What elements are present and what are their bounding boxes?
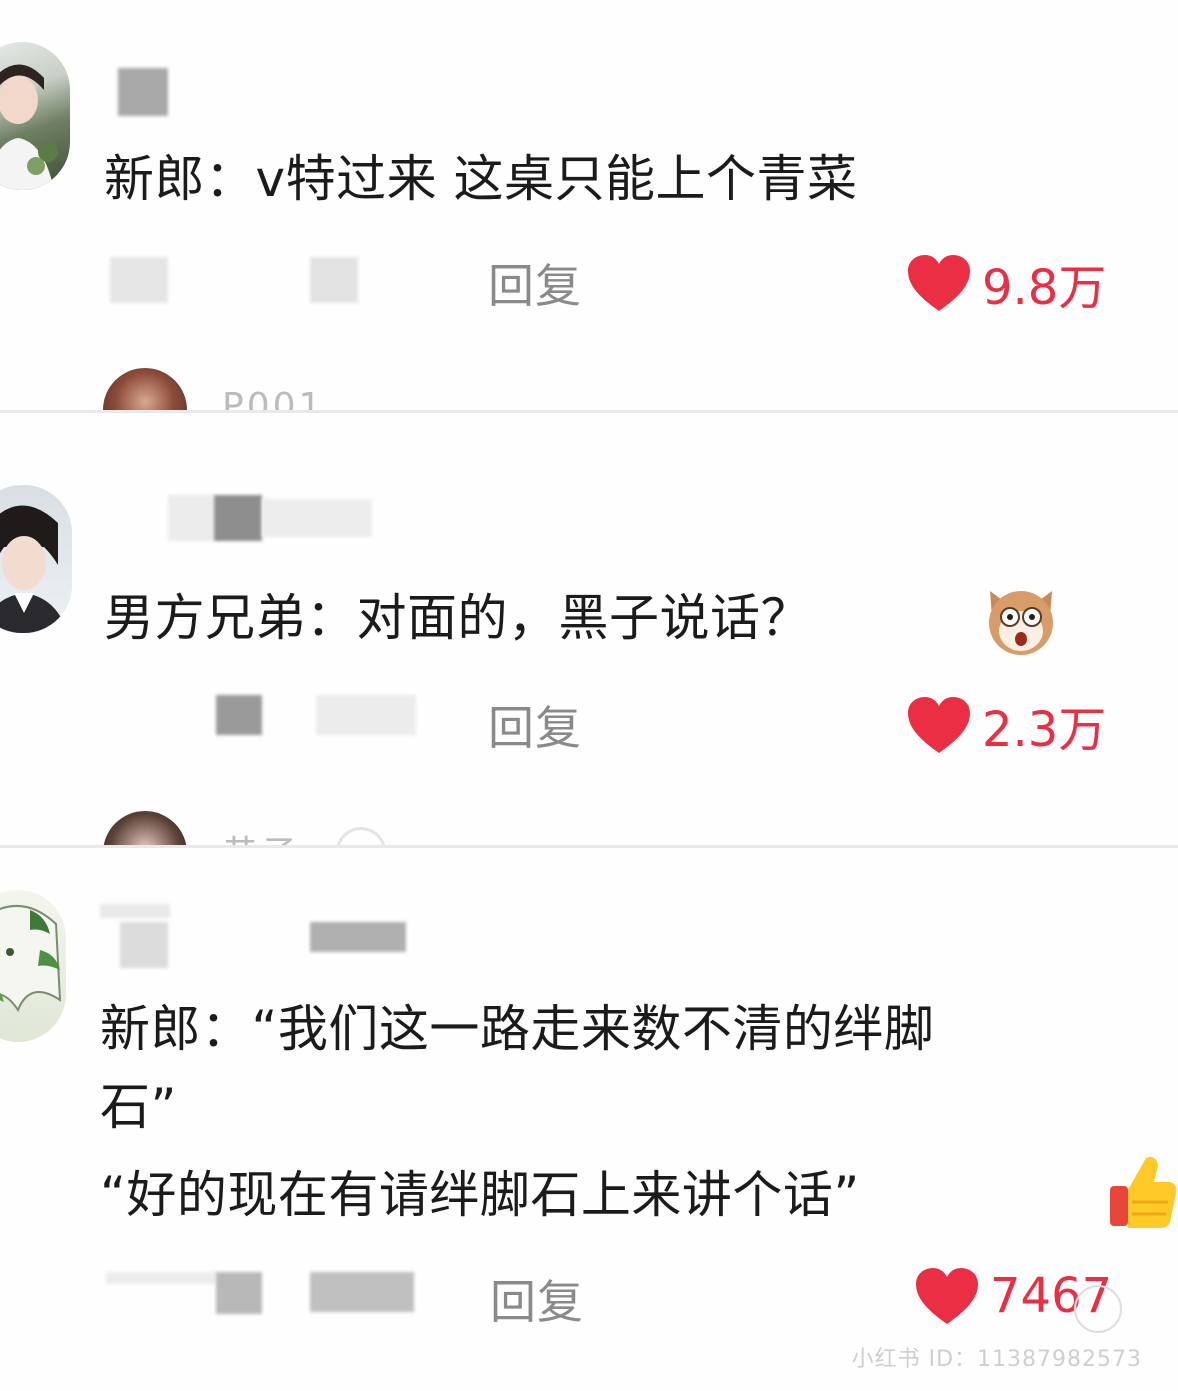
location-redacted [310, 257, 358, 303]
sub-reply-badge-icon [336, 827, 386, 845]
time-redacted [110, 257, 168, 303]
reply-button[interactable]: 回复 [490, 1266, 584, 1332]
reply-button[interactable]: 回复 [488, 250, 582, 316]
thumbs-up-emoji [1108, 1152, 1178, 1236]
username-redacted [120, 922, 168, 968]
reply-button[interactable]: 回复 [488, 692, 582, 758]
screenshot-collage: 新郎：v特过来 这桌只能上个青菜 回复 9.8万 P001 男方兄弟：对面的，黑… [0, 0, 1178, 1391]
surprised-dog-emoji [982, 581, 1060, 663]
comment-line: 新郎：v特过来 这桌只能上个青菜 [104, 150, 858, 208]
comment-card-2: 男方兄弟：对面的，黑子说话？ 回复 2.3万 昔 [0, 413, 1178, 845]
like-count: 9.8万 [982, 260, 1107, 316]
location-redacted [316, 695, 416, 735]
username-redacted [168, 495, 214, 541]
time-redacted [216, 1272, 262, 1314]
commenter-avatar[interactable] [0, 485, 72, 633]
username-redacted [262, 499, 372, 537]
person-photo-icon [0, 64, 58, 190]
comment-text: 新郎：“我们这一路走来数不清的绊脚 石” “好的现在有请绊脚石上来讲个话” [100, 990, 934, 1234]
comment-text: 男方兄弟：对面的，黑子说话？ [104, 585, 811, 653]
comment-line: 石” [100, 1078, 177, 1136]
heart-icon [908, 255, 970, 311]
comment-line: “好的现在有请绊脚石上来讲个话” [100, 1166, 860, 1224]
comment-card-3: 新郎：“我们这一路走来数不清的绊脚 石” “好的现在有请绊脚石上来讲个话” 回复… [0, 848, 1178, 1391]
comment-text: 新郎：v特过来 这桌只能上个青菜 [104, 146, 857, 214]
sub-reply-username: P001 [222, 386, 325, 410]
like-count: 2.3万 [982, 702, 1107, 758]
time-redacted [216, 695, 262, 735]
like-button[interactable]: 9.8万 [906, 248, 1106, 318]
heart-icon [916, 1268, 978, 1324]
comment-line: 新郎：“我们这一路走来数不清的绊脚 [100, 1000, 935, 1058]
watermark-logo-icon [1074, 1285, 1122, 1333]
person-photo-icon [0, 505, 68, 633]
sub-reply-avatar[interactable] [103, 368, 187, 410]
username-redacted [118, 68, 168, 116]
heart-icon [908, 697, 970, 753]
sub-reply-avatar[interactable] [103, 811, 187, 845]
sub-reply-username: 昔子 [222, 825, 300, 845]
time-redacted [106, 1272, 216, 1284]
like-button[interactable]: 2.3万 [906, 690, 1106, 760]
commenter-avatar[interactable] [0, 890, 66, 1042]
watermark: 小红书 ID：11387982573 [851, 1347, 1142, 1372]
comment-line: 男方兄弟：对面的，黑子说话？ [104, 589, 811, 647]
commenter-avatar[interactable] [0, 42, 70, 190]
location-redacted [310, 1272, 414, 1312]
comment-card-1: 新郎：v特过来 这桌只能上个青菜 回复 9.8万 P001 [0, 0, 1178, 410]
username-redacted [310, 922, 406, 952]
username-redacted [214, 495, 262, 541]
anime-character-icon [0, 905, 62, 1013]
username-redacted [100, 904, 170, 918]
